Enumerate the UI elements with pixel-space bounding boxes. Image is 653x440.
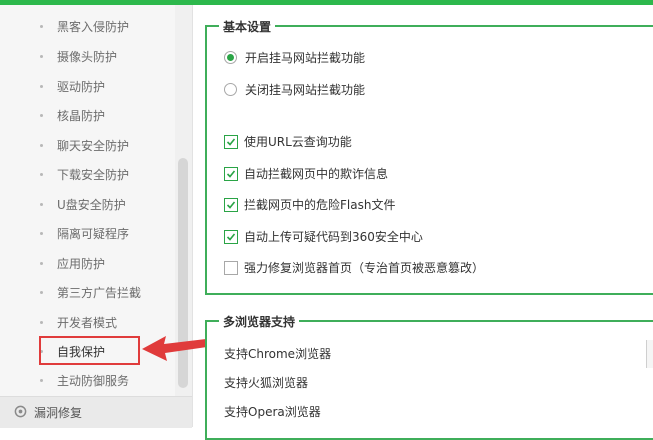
sidebar-item-label: 摄像头防护: [57, 50, 118, 64]
right-edge-control: [646, 340, 653, 368]
sidebar-item-label: 下载安全防护: [57, 168, 130, 182]
sidebar-item-ad-blocking[interactable]: 第三方广告拦截: [0, 278, 175, 307]
checkbox-label: 强力修复浏览器首页（专治首页被恶意篡改）: [244, 261, 485, 275]
checkbox-checked-icon: [224, 134, 238, 149]
sidebar-section-label: 漏洞修复: [34, 406, 83, 420]
radio-selected-icon: [224, 51, 237, 64]
bullet-icon: [40, 25, 43, 28]
checkbox-url-cloud-query[interactable]: 使用URL云查询功能: [224, 133, 352, 150]
browser-support-chrome[interactable]: 支持Chrome浏览器: [224, 345, 331, 362]
bullet-icon: [40, 203, 43, 206]
bullet-icon: [40, 321, 43, 324]
arrow-annotation-icon: [142, 336, 207, 361]
sidebar-item-label: 主动防御服务: [57, 374, 130, 388]
sidebar-item-app-protection[interactable]: 应用防护: [0, 249, 175, 278]
sidebar-item-driver-protection[interactable]: 驱动防护: [0, 72, 175, 101]
checkbox-label: 自动拦截网页中的欺诈信息: [244, 167, 389, 181]
checkbox-fraud-block[interactable]: 自动拦截网页中的欺诈信息: [224, 165, 388, 182]
browser-support-opera[interactable]: 支持Opera浏览器: [224, 403, 321, 420]
sidebar-section-vulnerability-repair[interactable]: 漏洞修复: [0, 396, 192, 428]
bullet-icon: [40, 232, 43, 235]
sidebar-item-core-crystal-protection[interactable]: 核晶防护: [0, 101, 175, 130]
checkbox-checked-icon: [224, 197, 238, 212]
checkbox-repair-homepage[interactable]: 强力修复浏览器首页（专治首页被恶意篡改）: [224, 259, 484, 276]
sidebar-item-label: 驱动防护: [57, 80, 106, 94]
sidebar-item-chat-protection[interactable]: 聊天安全防护: [0, 131, 175, 160]
bullet-icon: [40, 85, 43, 88]
radio-label: 关闭挂马网站拦截功能: [245, 83, 366, 97]
sidebar-item-label: 开发者模式: [57, 316, 118, 330]
sidebar-item-active-defense-service[interactable]: 主动防御服务: [0, 366, 175, 395]
multi-browser-title: 多浏览器支持: [219, 313, 300, 330]
sidebar-item-label: 核晶防护: [57, 109, 106, 123]
sidebar-item-quarantine[interactable]: 隔离可疑程序: [0, 219, 175, 248]
sidebar-item-label: 隔离可疑程序: [57, 227, 130, 241]
checkbox-upload-suspicious[interactable]: 自动上传可疑代码到360安全中心: [224, 228, 423, 245]
sidebar-item-download-protection[interactable]: 下载安全防护: [0, 160, 175, 189]
gear-icon: [14, 405, 27, 418]
checkbox-label: 拦截网页中的危险Flash文件: [244, 198, 396, 212]
bullet-icon: [40, 144, 43, 147]
checkbox-unchecked-icon: [224, 260, 238, 275]
sidebar-item-hacker-protection[interactable]: 黑客入侵防护: [0, 12, 175, 41]
radio-disable-trojan-block[interactable]: 关闭挂马网站拦截功能: [224, 81, 365, 98]
bullet-icon: [40, 379, 43, 382]
sidebar-item-label: 黑客入侵防护: [57, 20, 130, 34]
bullet-icon: [40, 114, 43, 117]
radio-label: 开启挂马网站拦截功能: [245, 51, 366, 65]
checkbox-label: 自动上传可疑代码到360安全中心: [244, 230, 423, 244]
checkbox-checked-icon: [224, 229, 238, 244]
radio-enable-trojan-block[interactable]: 开启挂马网站拦截功能: [224, 49, 365, 66]
checkbox-flash-block[interactable]: 拦截网页中的危险Flash文件: [224, 196, 395, 213]
basic-settings-title: 基本设置: [219, 18, 276, 35]
bullet-icon: [40, 173, 43, 176]
highlight-annotation-box: [39, 336, 140, 365]
sidebar-item-label: U盘安全防护: [57, 198, 126, 212]
sidebar-item-label: 第三方广告拦截: [57, 286, 142, 300]
radio-unselected-icon: [224, 83, 237, 96]
bullet-icon: [40, 55, 43, 58]
sidebar-item-label: 应用防护: [57, 257, 106, 271]
bullet-icon: [40, 262, 43, 265]
sidebar-item-camera-protection[interactable]: 摄像头防护: [0, 42, 175, 71]
browser-support-firefox[interactable]: 支持火狐浏览器: [224, 374, 308, 391]
checkbox-label: 使用URL云查询功能: [244, 135, 352, 149]
checkbox-checked-icon: [224, 166, 238, 181]
sidebar-item-label: 聊天安全防护: [57, 139, 130, 153]
bullet-icon: [40, 291, 43, 294]
sidebar-item-usb-protection[interactable]: U盘安全防护: [0, 190, 175, 219]
